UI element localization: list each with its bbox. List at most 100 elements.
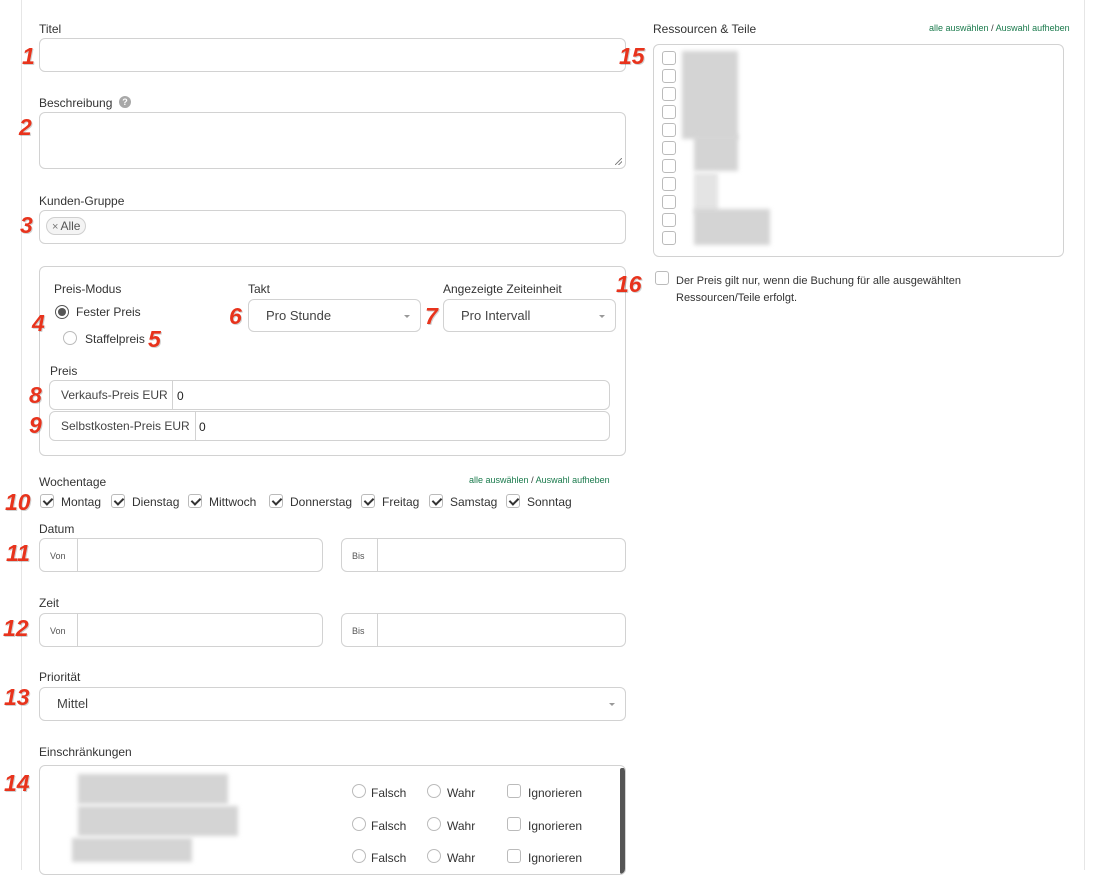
annotation-marker: 2 bbox=[19, 114, 32, 140]
restriction-ignore-label: Ignorieren bbox=[528, 851, 583, 865]
price-mode-label: Preis-Modus bbox=[54, 282, 122, 296]
resource-checkbox[interactable] bbox=[662, 51, 676, 65]
time-unit-label: Angezeigte Zeiteinheit bbox=[443, 282, 562, 296]
weekday-checkbox-donnerstag[interactable] bbox=[269, 494, 283, 508]
restriction-true-radio[interactable] bbox=[427, 784, 441, 798]
annotation-marker: 9 bbox=[29, 412, 42, 438]
time-from-field[interactable]: Von bbox=[39, 613, 323, 647]
restriction-false-label: Falsch bbox=[371, 819, 407, 833]
restriction-true-radio[interactable] bbox=[427, 817, 441, 831]
resources-select-all-link[interactable]: alle auswählen bbox=[929, 23, 989, 33]
weekday-checkbox-dienstag[interactable] bbox=[111, 494, 125, 508]
restriction-false-radio[interactable] bbox=[352, 784, 366, 798]
annotation-marker: 1 bbox=[22, 43, 35, 69]
weekday-checkbox-freitag[interactable] bbox=[361, 494, 375, 508]
annotation-marker: 7 bbox=[425, 303, 438, 329]
weekday-checkbox-sonntag[interactable] bbox=[506, 494, 520, 508]
redacted-text bbox=[72, 838, 192, 862]
restriction-ignore-label: Ignorieren bbox=[528, 819, 583, 833]
description-textarea[interactable] bbox=[39, 112, 626, 169]
annotation-marker: 16 bbox=[616, 271, 642, 297]
price-mode-tiered-radio[interactable] bbox=[63, 331, 77, 345]
resource-checkbox[interactable] bbox=[662, 87, 676, 101]
annotation-marker: 8 bbox=[29, 382, 42, 408]
cost-price-value[interactable]: 0 bbox=[199, 420, 206, 434]
chevron-down-icon bbox=[404, 315, 410, 318]
cost-price-addon: Selbstkosten-Preis EUR bbox=[50, 412, 196, 440]
date-from-field[interactable]: Von bbox=[39, 538, 323, 572]
sales-price-value[interactable]: 0 bbox=[177, 389, 184, 403]
annotation-marker: 13 bbox=[4, 684, 30, 710]
weekdays-select-links: alle auswählen / Auswahl aufheben bbox=[469, 475, 610, 485]
time-from-addon: Von bbox=[40, 614, 78, 646]
resource-checkbox[interactable] bbox=[662, 123, 676, 137]
restriction-ignore-checkbox[interactable] bbox=[507, 849, 521, 863]
redacted-text bbox=[694, 135, 738, 171]
resources-deselect-link[interactable]: Auswahl aufheben bbox=[996, 23, 1070, 33]
redacted-text bbox=[78, 806, 238, 836]
restriction-false-radio[interactable] bbox=[352, 849, 366, 863]
sales-price-field[interactable]: Verkaufs-Preis EUR 0 bbox=[49, 380, 610, 410]
restriction-false-label: Falsch bbox=[371, 851, 407, 865]
restriction-ignore-label: Ignorieren bbox=[528, 786, 583, 800]
weekday-label: Dienstag bbox=[132, 495, 180, 509]
price-mode-fixed-radio[interactable] bbox=[55, 305, 69, 319]
resources-all-required-checkbox[interactable] bbox=[655, 271, 669, 285]
restriction-ignore-checkbox[interactable] bbox=[507, 817, 521, 831]
weekday-label: Sonntag bbox=[527, 495, 572, 509]
chevron-down-icon bbox=[599, 315, 605, 318]
resize-handle-icon[interactable] bbox=[615, 158, 622, 165]
weekdays-select-all-link[interactable]: alle auswählen bbox=[469, 475, 529, 485]
weekday-label: Freitag bbox=[382, 495, 420, 509]
restriction-true-radio[interactable] bbox=[427, 849, 441, 863]
weekdays-label: Wochentage bbox=[39, 475, 107, 489]
resource-checkbox[interactable] bbox=[662, 195, 676, 209]
date-from-addon: Von bbox=[40, 539, 78, 571]
remove-tag-icon[interactable]: × bbox=[52, 221, 58, 233]
cost-price-field[interactable]: Selbstkosten-Preis EUR 0 bbox=[49, 411, 610, 441]
time-unit-select[interactable]: Pro Intervall bbox=[443, 299, 616, 332]
date-label: Datum bbox=[39, 522, 75, 536]
date-to-field[interactable]: Bis bbox=[341, 538, 626, 572]
sales-price-addon: Verkaufs-Preis EUR bbox=[50, 381, 173, 409]
customer-group-tag[interactable]: × Alle bbox=[46, 217, 87, 235]
resource-checkbox[interactable] bbox=[662, 177, 676, 191]
redacted-text bbox=[78, 774, 228, 804]
resource-checkbox[interactable] bbox=[662, 105, 676, 119]
priority-label: Priorität bbox=[39, 670, 81, 684]
resources-label: Ressourcen & Teile bbox=[653, 22, 757, 36]
weekdays-deselect-link[interactable]: Auswahl aufheben bbox=[536, 475, 610, 485]
title-label: Titel bbox=[39, 22, 62, 36]
weekday-label: Donnerstag bbox=[290, 495, 353, 509]
date-to-addon: Bis bbox=[342, 539, 378, 571]
annotation-marker: 15 bbox=[619, 43, 645, 69]
description-label: Beschreibung bbox=[39, 96, 113, 110]
resource-checkbox[interactable] bbox=[662, 213, 676, 227]
weekday-checkbox-samstag[interactable] bbox=[429, 494, 443, 508]
resource-checkbox[interactable] bbox=[662, 141, 676, 155]
priority-select[interactable]: Mittel bbox=[39, 687, 626, 721]
annotation-marker: 3 bbox=[20, 212, 33, 238]
price-mode-fixed-label: Fester Preis bbox=[76, 305, 141, 319]
restriction-ignore-checkbox[interactable] bbox=[507, 784, 521, 798]
weekday-checkbox-montag[interactable] bbox=[40, 494, 54, 508]
customer-group-select[interactable]: × Alle bbox=[39, 210, 626, 244]
scrollbar[interactable] bbox=[620, 768, 625, 874]
customer-group-label: Kunden-Gruppe bbox=[39, 194, 125, 208]
resources-note: Der Preis gilt nur, wenn die Buchung für… bbox=[676, 275, 961, 304]
restriction-false-radio[interactable] bbox=[352, 817, 366, 831]
annotation-marker: 12 bbox=[3, 615, 29, 641]
weekday-checkbox-mittwoch[interactable] bbox=[188, 494, 202, 508]
resource-checkbox[interactable] bbox=[662, 159, 676, 173]
resource-checkbox[interactable] bbox=[662, 69, 676, 83]
takt-select[interactable]: Pro Stunde bbox=[248, 299, 421, 332]
help-icon[interactable]: ? bbox=[119, 96, 131, 108]
title-input[interactable] bbox=[39, 38, 626, 72]
weekday-label: Mittwoch bbox=[209, 495, 257, 509]
redacted-text bbox=[694, 209, 770, 245]
time-to-field[interactable]: Bis bbox=[341, 613, 626, 647]
annotation-marker: 14 bbox=[4, 770, 30, 796]
time-label: Zeit bbox=[39, 596, 60, 610]
resource-checkbox[interactable] bbox=[662, 231, 676, 245]
annotation-marker: 5 bbox=[148, 326, 161, 352]
